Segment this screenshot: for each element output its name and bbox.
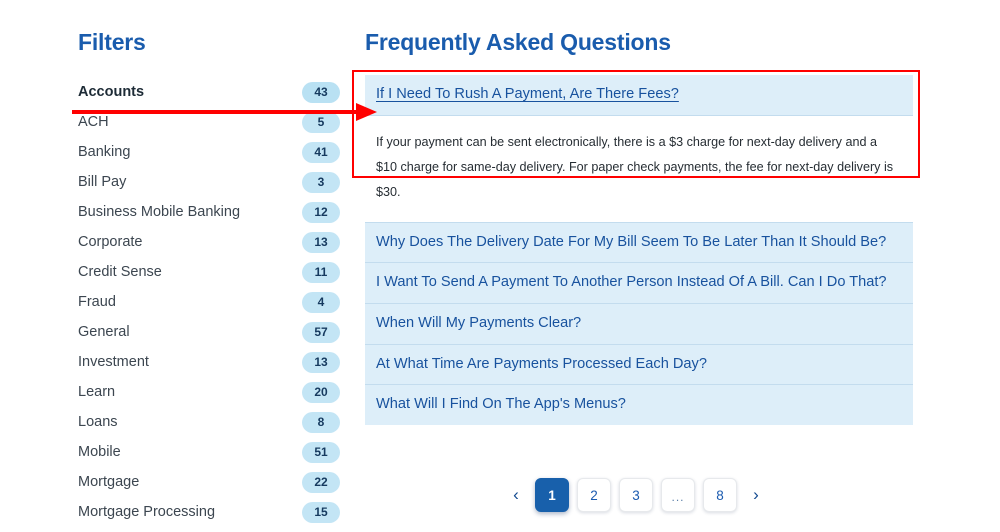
filter-item[interactable]: Mortgage Processing 15: [78, 497, 340, 527]
filter-item-count-badge: 20: [302, 381, 340, 403]
filter-item-label: Bill Pay: [78, 174, 127, 191]
filter-item-label: Investment: [78, 354, 149, 371]
filter-item[interactable]: Banking 41: [78, 137, 340, 167]
page-number-button[interactable]: 2: [577, 478, 611, 512]
filter-item-count-badge: 4: [302, 291, 340, 313]
filter-item-count-badge: 15: [302, 501, 340, 523]
faq-question-link[interactable]: Why Does The Delivery Date For My Bill S…: [365, 221, 913, 263]
filter-item-label: General: [78, 324, 130, 341]
faq-question-link[interactable]: When Will My Payments Clear?: [365, 303, 913, 344]
page-number-button[interactable]: 8: [703, 478, 737, 512]
page-ellipsis[interactable]: ...: [661, 478, 695, 512]
filter-item-label: Fraud: [78, 294, 116, 311]
filter-item-count-badge: 22: [302, 471, 340, 493]
faq-page: Filters Accounts 43 ACH 5 Banking 41 Bill Pay 3…: [0, 0, 1000, 532]
faq-item: What Will I Find On The App's Menus?: [365, 384, 913, 426]
faq-answer-text: If your payment can be sent electronical…: [365, 115, 913, 222]
filter-item-label: Credit Sense: [78, 264, 162, 281]
next-page-icon[interactable]: ›: [745, 478, 767, 512]
filter-item-label: Mortgage: [78, 474, 140, 491]
filter-item[interactable]: Learn 20: [78, 377, 340, 407]
filter-item-count-badge: 3: [302, 171, 340, 193]
page-title: Frequently Asked Questions: [365, 29, 671, 55]
filter-item-count-badge: 51: [302, 441, 340, 463]
filter-item-count-badge: 43: [302, 81, 340, 103]
filter-item-label: Banking: [78, 144, 131, 161]
filter-item[interactable]: Investment 13: [78, 347, 340, 377]
filter-item-label: Business Mobile Banking: [78, 204, 241, 221]
filters-panel: Filters Accounts 43 ACH 5 Banking 41 Bill Pay 3…: [78, 29, 340, 527]
filter-item-count-badge: 41: [302, 141, 340, 163]
filter-item-count-badge: 13: [302, 351, 340, 373]
faq-list: If I Need To Rush A Payment, Are There F…: [365, 75, 913, 426]
faq-question-link[interactable]: At What Time Are Payments Processed Each…: [365, 343, 913, 385]
filter-item-label: Learn: [78, 384, 116, 401]
filter-item-label: Accounts: [78, 84, 145, 101]
filter-item[interactable]: Corporate 13: [78, 227, 340, 257]
faq-panel: Frequently Asked Questions If I Need To …: [365, 29, 913, 426]
filter-item-count-badge: 8: [302, 411, 340, 433]
filter-item[interactable]: Business Mobile Banking 12: [78, 197, 340, 227]
filter-item-label: ACH: [78, 114, 109, 131]
faq-item: When Will My Payments Clear?: [365, 303, 913, 344]
filter-item[interactable]: ACH 5: [78, 107, 340, 137]
filter-item[interactable]: Accounts 43: [78, 77, 340, 107]
filter-item-count-badge: 57: [302, 321, 340, 343]
filter-item-label: Mortgage Processing: [78, 504, 216, 521]
faq-item: At What Time Are Payments Processed Each…: [365, 343, 913, 385]
faq-item: If I Need To Rush A Payment, Are There F…: [365, 75, 913, 222]
filter-item-label: Corporate: [78, 234, 143, 251]
filters-list: Accounts 43 ACH 5 Banking 41 Bill Pay 3 Business…: [78, 77, 340, 527]
filter-item-count-badge: 12: [302, 201, 340, 223]
filter-item-label: Mobile: [78, 444, 121, 461]
page-number-buttons: 1 2 3... 8: [535, 478, 737, 512]
filter-item-label: Loans: [78, 414, 118, 431]
filter-item[interactable]: Bill Pay 3: [78, 167, 340, 197]
filter-item[interactable]: Mobile 51: [78, 437, 340, 467]
filter-item[interactable]: Credit Sense 11: [78, 257, 340, 287]
filter-item-count-badge: 5: [302, 111, 340, 133]
faq-question-link[interactable]: If I Need To Rush A Payment, Are There F…: [365, 75, 913, 116]
prev-page-icon[interactable]: ‹: [505, 478, 527, 512]
faq-question-link[interactable]: What Will I Find On The App's Menus?: [365, 384, 913, 426]
faq-question-link[interactable]: I Want To Send A Payment To Another Pers…: [365, 262, 913, 304]
filter-item[interactable]: Fraud 4: [78, 287, 340, 317]
filter-item-count-badge: 11: [302, 261, 340, 283]
filter-item[interactable]: Mortgage 22: [78, 467, 340, 497]
filter-item[interactable]: Loans 8: [78, 407, 340, 437]
page-number-button[interactable]: 1: [535, 478, 569, 512]
pagination: ‹ 1 2 3... 8 ›: [505, 478, 767, 512]
faq-item: Why Does The Delivery Date For My Bill S…: [365, 221, 913, 263]
page-number-button[interactable]: 3: [619, 478, 653, 512]
filters-title: Filters: [78, 29, 146, 55]
filter-item-count-badge: 13: [302, 231, 340, 253]
faq-item: I Want To Send A Payment To Another Pers…: [365, 262, 913, 304]
filter-item[interactable]: General 57: [78, 317, 340, 347]
